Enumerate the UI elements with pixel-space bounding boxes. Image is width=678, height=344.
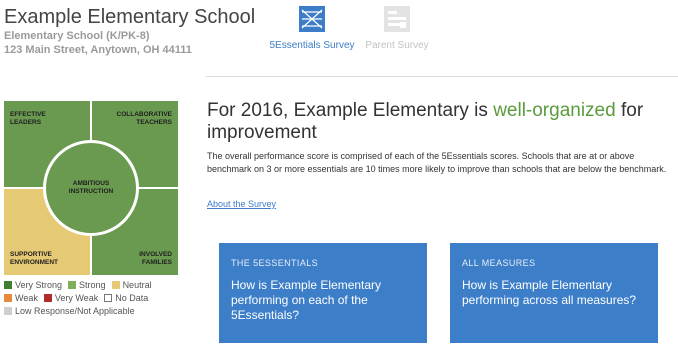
header-divider [206,76,678,77]
performance-description: The overall performance score is compris… [207,151,667,174]
school-name: Example Elementary School [4,6,256,28]
tab-parent-survey[interactable]: Parent Survey [360,6,434,51]
supportive-environment-label: SUPPORTIVE ENVIRONMENT [10,251,59,266]
very-strong-swatch [4,281,12,289]
essentials-diagram: EFFECTIVE LEADERS COLLABORATIVE TEACHERS S… [4,101,178,275]
strong-swatch [68,281,77,289]
legend-strong: Strong [68,280,106,290]
legend-row: Weak Very Weak No Data [4,293,154,303]
card-5essentials[interactable]: THE 5ESSENTIALS How is Example Elementar… [219,243,427,343]
school-type: Elementary School (K/PK-8) [4,30,150,42]
legend-weak: Weak [4,293,38,303]
legend-very-strong: Very Strong [4,280,62,290]
page-headline: For 2016, Example Elementary is well-org… [207,100,672,144]
neutral-swatch [111,281,120,289]
card-question: How is Example Elementary performing on … [231,278,382,322]
tab-parent-label: Parent Survey [365,40,429,51]
ambitious-instruction-circle[interactable]: AMBITIOUS INSTRUCTION [43,140,139,236]
legend-row: Low Response/Not Applicable [4,306,141,316]
legend-low-response: Low Response/Not Applicable [4,306,135,316]
ambitious-instruction-label: AMBITIOUS INSTRUCTION [68,180,114,195]
school-address: 123 Main Street, Anytown, OH 44111 [4,44,192,56]
survey-grid-icon [299,6,325,32]
weak-swatch [4,294,12,302]
legend-neutral: Neutral [111,280,152,290]
card-question: How is Example Elementary performing acr… [462,278,637,307]
legend-row: Very Strong Strong Neutral [4,280,158,290]
collaborative-teachers-label: COLLABORATIVE TEACHERS [116,111,173,126]
headline-prefix: For 2016, Example Elementary is [207,100,494,121]
legend-very-weak: Very Weak [43,293,98,303]
low-response-swatch [4,307,12,315]
tab-5essentials-label: 5Essentials Survey [269,40,355,51]
no-data-swatch [104,294,113,302]
very-weak-swatch [43,294,52,302]
effective-leaders-label: EFFECTIVE LEADERS [10,111,46,126]
card-title: THE 5ESSENTIALS [231,258,319,268]
tab-5essentials-survey[interactable]: 5Essentials Survey [266,6,358,51]
involved-families-label: INVOLVED FAMILIES [139,251,172,266]
card-title: ALL MEASURES [462,258,536,268]
parent-survey-icon [384,6,410,32]
about-survey-link[interactable]: About the Survey [207,199,276,209]
card-all-measures[interactable]: ALL MEASURES How is Example Elementary p… [450,243,658,343]
headline-accent: well-organized [493,100,616,121]
legend-no-data: No Data [104,293,148,303]
